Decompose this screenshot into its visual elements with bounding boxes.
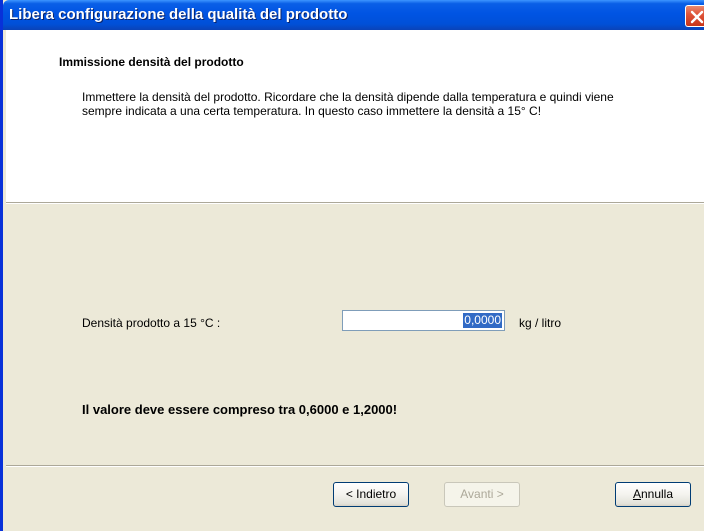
footer-separator	[6, 465, 704, 467]
cancel-button[interactable]: Annulla	[615, 482, 691, 507]
range-message: Il valore deve essere compreso tra 0,600…	[82, 402, 398, 417]
close-icon[interactable]	[685, 5, 704, 27]
title-bar[interactable]: Libera configurazione della qualità del …	[3, 0, 704, 30]
density-input[interactable]: 0,0000	[342, 310, 505, 331]
header-description: Immettere la densità del prodotto. Ricor…	[82, 90, 614, 118]
header-title: Immissione densità del prodotto	[59, 55, 244, 69]
cancel-accelerator: A	[632, 487, 641, 501]
dialog-window: Libera configurazione della qualità del …	[0, 0, 704, 531]
next-button[interactable]: Avanti >	[444, 482, 520, 507]
density-input-value: 0,0000	[463, 313, 502, 328]
density-unit-label: kg / litro	[519, 316, 562, 330]
cancel-label-rest: nnulla	[640, 487, 674, 501]
density-label: Densità prodotto a 15 °C :	[82, 316, 221, 330]
back-button[interactable]: < Indietro	[333, 482, 409, 507]
window-title: Libera configurazione della qualità del …	[9, 6, 348, 23]
header-separator	[6, 202, 704, 204]
